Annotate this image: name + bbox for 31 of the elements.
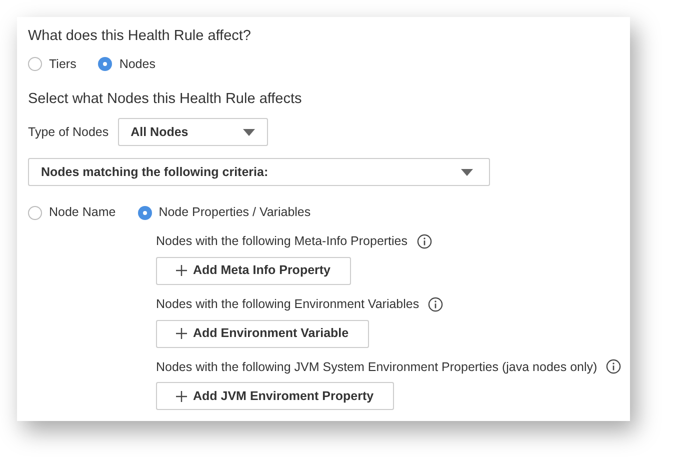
radio-option[interactable]: Node Name <box>28 203 116 222</box>
section-label: Nodes with the following Meta-Info Properties <box>156 233 408 250</box>
radio-unselected[interactable] <box>28 57 42 72</box>
caret-icon <box>461 168 473 176</box>
radio-label: Node Properties / Variables <box>158 204 311 222</box>
radio-option[interactable]: Node Properties / Variables <box>138 203 311 222</box>
radio-option[interactable]: Tiers <box>28 54 76 74</box>
type-dropdown[interactable]: All Nodes <box>118 118 268 146</box>
radio-label: Tiers <box>49 56 76 73</box>
section-label: Nodes with the following JVM System Environment Properties (java nodes only) <box>156 358 598 376</box>
plus-icon <box>176 265 187 276</box>
field-label: Type of Nodes <box>28 124 109 141</box>
info-icon[interactable] <box>428 296 444 312</box>
info-icon[interactable] <box>606 359 622 374</box>
section-heading: What does this Health Rule affect? <box>28 27 252 46</box>
section-heading: Select what Nodes this Health Rule affects <box>28 90 303 108</box>
section-label: Nodes with the following Environment Variables <box>156 296 420 313</box>
radio-selected[interactable] <box>98 57 112 72</box>
radio-selected[interactable] <box>138 206 152 220</box>
radio-label: Nodes <box>119 56 156 73</box>
add-button[interactable]: Add Meta Info Property <box>156 256 351 285</box>
add-button[interactable]: Add JVM Enviroment Property <box>156 382 394 410</box>
caret-icon <box>242 128 255 136</box>
plus-icon <box>176 328 187 339</box>
add-button[interactable]: Add Environment Variable <box>156 320 369 348</box>
radio-label: Node Name <box>49 204 116 222</box>
radio-unselected[interactable] <box>28 206 42 220</box>
plus-icon <box>176 390 187 402</box>
radio-option[interactable]: Nodes <box>98 54 156 74</box>
criteria-dropdown[interactable]: Nodes matching the following criteria: <box>28 158 490 186</box>
info-icon[interactable] <box>416 234 432 249</box>
